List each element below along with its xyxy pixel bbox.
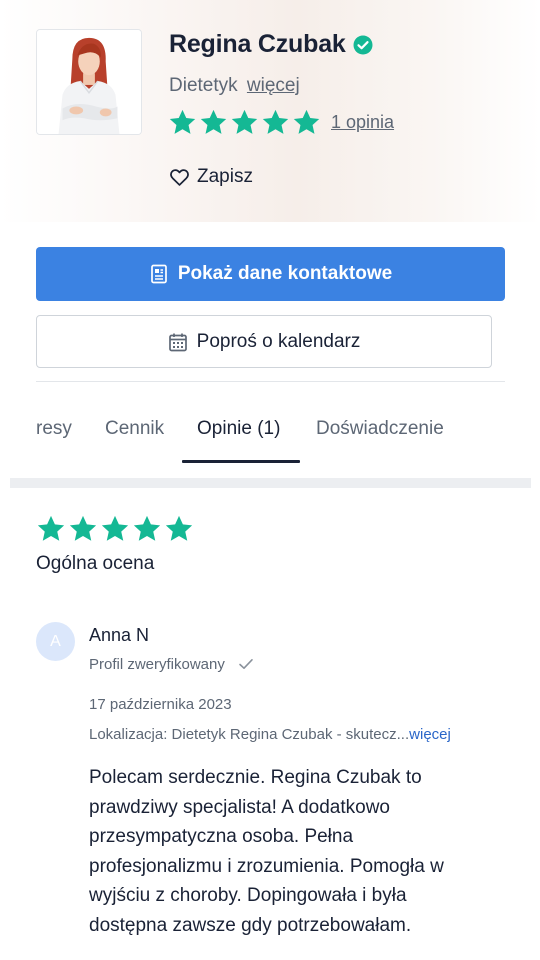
section-separator	[10, 478, 531, 488]
check-icon	[239, 659, 253, 669]
star-icon	[293, 109, 320, 134]
review-text-line: przesympatyczna osoba. Pełna	[89, 826, 354, 847]
tab-reviews[interactable]: Opinie (1)	[197, 418, 280, 440]
ask-calendar-button[interactable]: Poproś o kalendarz	[36, 315, 492, 368]
star-icon	[169, 109, 196, 134]
rating-row: 1 opinia	[168, 108, 394, 137]
show-contact-label: Pokaż dane kontaktowe	[177, 263, 393, 284]
review-text-line: wyjściu z choroby. Dopingowała i była	[89, 885, 407, 906]
star-icon	[200, 109, 227, 134]
review-text-line: prawdziwy specjalista! A dodatkowo	[89, 796, 390, 818]
location-more-link[interactable]: więcej	[409, 726, 451, 743]
calendar-icon	[168, 333, 187, 351]
save-label: Zapisz	[197, 166, 253, 187]
review-text: Polecam serdecznie. Regina Czubak to pra…	[89, 763, 489, 940]
star-icon	[37, 515, 65, 541]
review-location-text: Lokalizacja: Dietetyk Regina Czubak - sk…	[89, 726, 410, 743]
specialty-more-link[interactable]: więcej	[247, 75, 300, 96]
star-icon	[165, 515, 193, 541]
overall-rating-stars	[36, 514, 196, 544]
tab-addresses[interactable]: resy	[36, 418, 72, 440]
doctor-name: Regina Czubak	[169, 30, 346, 58]
star-icon	[231, 109, 258, 134]
profile-photo[interactable]	[36, 29, 142, 135]
verified-check-icon	[353, 35, 373, 54]
reviewer-name: Anna N	[89, 625, 150, 645]
address-card-icon	[150, 264, 167, 284]
doctor-portrait-image	[37, 30, 141, 134]
reviews-count-link[interactable]: 1 opinia	[331, 112, 394, 133]
star-icon	[133, 515, 161, 541]
profile-tabs: resy Cennik Opinie (1) Doświadczenie	[36, 404, 506, 464]
name-row: Regina Czubak	[169, 30, 373, 59]
tab-pricing[interactable]: Cennik	[105, 418, 164, 440]
specialty-label: Dietetyk	[169, 75, 238, 96]
verified-profile-row: Profil zweryfikowany	[89, 655, 255, 673]
save-button[interactable]: Zapisz	[169, 166, 253, 188]
divider	[36, 381, 505, 382]
review-location: Lokalizacja: Dietetyk Regina Czubak - sk…	[89, 726, 451, 743]
tab-experience[interactable]: Doświadczenie	[316, 418, 444, 440]
verified-profile-label: Profil zweryfikowany	[89, 655, 225, 673]
avatar: A	[36, 622, 75, 661]
review-date: 17 października 2023	[89, 696, 232, 713]
star-icon	[69, 515, 97, 541]
overall-rating-label: Ogólna ocena	[36, 553, 155, 574]
avatar-initial: A	[50, 632, 61, 650]
review-text-line: Polecam serdecznie. Regina Czubak to	[89, 767, 422, 788]
heart-outline-icon	[170, 168, 189, 186]
review-text-line: dostępna zawsze gdy potrzebowałam.	[89, 914, 412, 936]
review-text-line: profesjonalizmu i zrozumienia. Pomogła w	[89, 855, 444, 877]
star-icon	[101, 515, 129, 541]
show-contact-button[interactable]: Pokaż dane kontaktowe	[36, 247, 505, 301]
specialty-row: Dietetyk więcej	[169, 75, 300, 97]
star-icon	[262, 109, 289, 134]
ask-calendar-label: Poproś o kalendarz	[196, 330, 361, 352]
active-tab-indicator	[182, 460, 300, 463]
